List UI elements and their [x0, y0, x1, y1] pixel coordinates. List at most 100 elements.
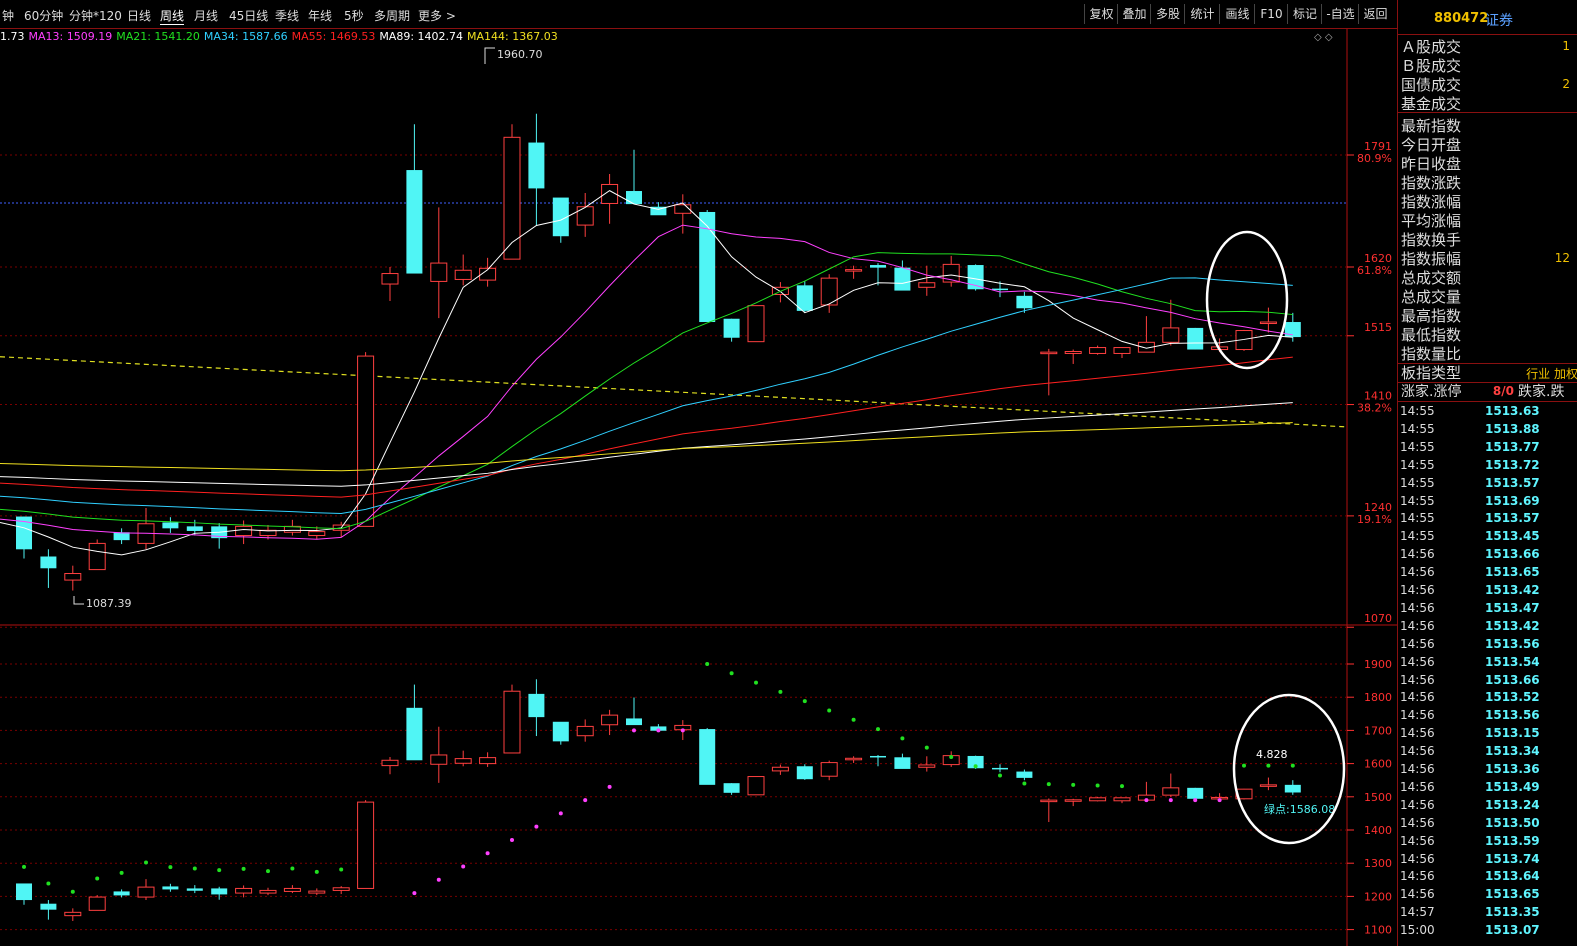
tick-time: 14:56: [1400, 565, 1435, 580]
period-0[interactable]: 钟: [2, 7, 14, 24]
period-7[interactable]: 季线: [275, 7, 299, 24]
green-dot-label: 绿点:1586.08: [1264, 802, 1335, 816]
main-candle: [162, 522, 179, 529]
sub-candle: [1284, 784, 1301, 793]
main-candle: [1284, 322, 1301, 338]
period-2[interactable]: 分钟*120: [69, 7, 122, 24]
sar-dot: [1144, 798, 1149, 803]
sub-y-tick-label: 1200: [1364, 890, 1392, 903]
sub-candle: [503, 690, 521, 754]
period-6[interactable]: 45日线: [229, 7, 268, 24]
tick-value: 1513.88: [1485, 421, 1540, 436]
tick-row: 14:56 1513.15: [1398, 726, 1577, 744]
toolbar-btn-5[interactable]: F10: [1254, 4, 1288, 24]
main-candle: [1187, 327, 1204, 350]
toolbar-btn-6[interactable]: 标记: [1287, 4, 1322, 24]
sub-candle: [747, 776, 765, 796]
tick-row: 14:56 1513.49: [1398, 780, 1577, 798]
sar-dot: [534, 824, 539, 829]
sub-candle: [1064, 799, 1082, 802]
period-1[interactable]: 60分钟: [24, 7, 63, 24]
sub-candle: [992, 767, 1008, 770]
main-candle: [845, 269, 863, 272]
tick-row: 14:56 1513.56: [1398, 708, 1577, 726]
period-4[interactable]: 周线: [160, 7, 185, 25]
sar-dot: [1193, 798, 1198, 803]
stat-value: 2: [1562, 77, 1570, 91]
sar-dot: [729, 671, 734, 676]
tick-row: 14:56 1513.34: [1398, 744, 1577, 762]
sar-dot: [1022, 781, 1027, 786]
main-candle: [894, 267, 911, 291]
main-candle: [918, 282, 936, 288]
kline-chart[interactable]: 17911620151514101240107080.9%61.8%38.2%1…: [0, 28, 1397, 946]
period-3[interactable]: 日线: [127, 7, 151, 24]
sub-candle: [332, 887, 350, 891]
tick-time: 14:56: [1400, 600, 1435, 615]
tick-time: 14:56: [1400, 851, 1435, 866]
sar-dot: [266, 869, 270, 874]
stat-label: Ｂ股成交: [1401, 57, 1462, 75]
dashed-ma-line: [0, 356, 1346, 428]
tick-row: 14:55 1513.72: [1398, 458, 1577, 476]
tick-time: 14:56: [1400, 726, 1435, 741]
sar-dot: [680, 728, 685, 733]
sar-dot: [412, 891, 417, 896]
tick-time: 14:56: [1400, 833, 1435, 848]
tick-value: 1513.54: [1485, 654, 1540, 669]
sar-dot: [607, 784, 612, 789]
tick-value: 1513.07: [1485, 923, 1540, 938]
sub-y-tick-label: 1100: [1364, 924, 1392, 937]
tick-row: 14:55 1513.88: [1398, 422, 1577, 440]
sar-dot: [510, 837, 514, 842]
sub-candle: [430, 754, 448, 765]
sub-candle: [137, 886, 155, 898]
sar-dot: [827, 708, 832, 713]
toolbar-btn-2[interactable]: 多股: [1150, 4, 1185, 24]
ma-line-144: [0, 422, 1293, 472]
period-9[interactable]: 5秒: [344, 7, 364, 24]
type-value: 行业 加权: [1526, 367, 1577, 381]
tick-row: 14:56 1513.66: [1398, 673, 1577, 691]
period-8[interactable]: 年线: [308, 7, 332, 24]
tick-row: 14:56 1513.24: [1398, 798, 1577, 816]
ma-line-34: [0, 277, 1293, 515]
tick-row: 14:55 1513.63: [1398, 404, 1577, 422]
panel-title: 880472 证券: [1398, 0, 1577, 35]
period-10[interactable]: 多周期: [374, 7, 410, 24]
tick-row: 14:56 1513.52: [1398, 690, 1577, 708]
toolbar-btn-8[interactable]: 返回: [1358, 4, 1392, 24]
tick-row: 15:00 1513.07: [1398, 923, 1577, 941]
toolbar-btn-1[interactable]: 叠加: [1117, 4, 1151, 24]
sar-dot: [192, 866, 197, 871]
tick-value: 1513.42: [1485, 618, 1540, 633]
toolbar-btn-3[interactable]: 统计: [1184, 4, 1220, 24]
pct-label: 80.9%: [1357, 152, 1392, 165]
index-info-panel: 880472 证券 Ａ股成交 1 Ｂ股成交 国债成交 2 基金成交 最新指数 今日开盘 昨日收盘…: [1397, 0, 1577, 946]
sub-candle: [1187, 787, 1204, 799]
sub-candle: [552, 721, 569, 742]
tick-time: 14:55: [1400, 493, 1435, 508]
toolbar-btn-7[interactable]: -自选: [1321, 4, 1359, 24]
sar-dot: [144, 860, 148, 865]
sar-dot: [436, 877, 441, 882]
period-11[interactable]: 更多 >: [418, 7, 456, 24]
high-pointer: [484, 47, 495, 64]
tick-time: 14:56: [1400, 583, 1435, 597]
stat-label: 昨日收盘: [1401, 155, 1462, 173]
sar-dot: [1242, 763, 1246, 768]
tick-time: 14:55: [1400, 529, 1435, 544]
tick-value: 1513.77: [1485, 439, 1540, 454]
tick-time: 14:55: [1400, 475, 1435, 490]
updown-label: 涨家.涨停: [1401, 384, 1462, 400]
sub-candle: [820, 762, 838, 777]
toolbar-btn-4[interactable]: 画线: [1219, 4, 1255, 24]
toolbar-btn-0[interactable]: 复权: [1084, 4, 1118, 24]
sub-candle: [771, 766, 789, 772]
sar-dot: [778, 689, 783, 694]
tick-time: 14:56: [1400, 708, 1435, 723]
period-5[interactable]: 月线: [194, 7, 218, 24]
sub-candle: [626, 718, 642, 726]
main-candle: [1089, 347, 1107, 354]
sub-candle: [16, 883, 32, 901]
